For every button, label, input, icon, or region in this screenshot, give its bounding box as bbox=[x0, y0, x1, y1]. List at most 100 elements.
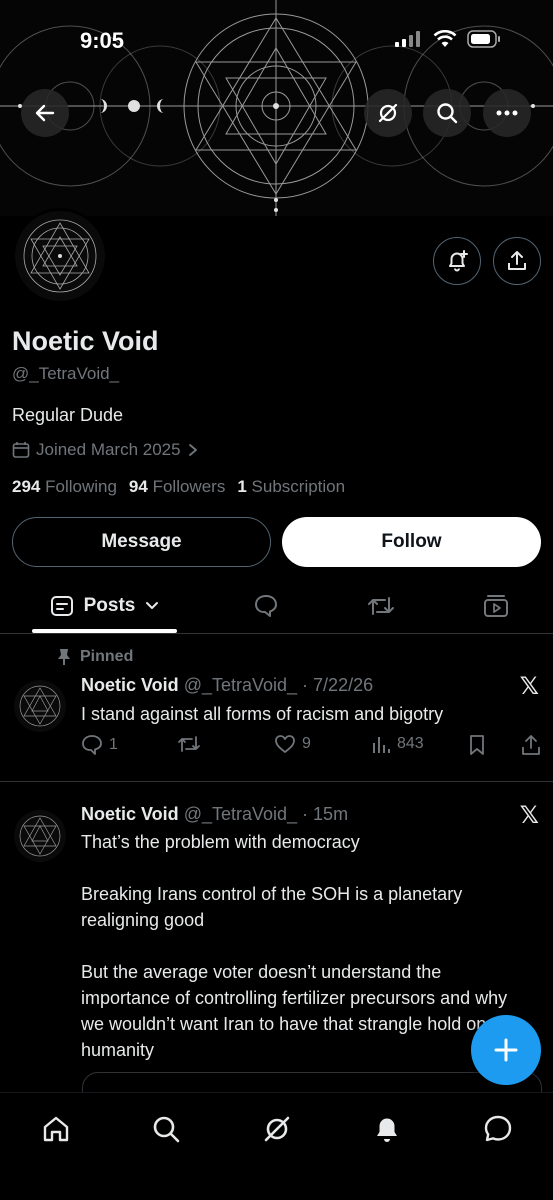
post-handle-date: @_TetraVoid_ · 7/22/26 bbox=[183, 675, 374, 695]
search-button[interactable] bbox=[423, 89, 471, 137]
tab-posts-label: Posts bbox=[83, 595, 136, 616]
share-post-button[interactable] bbox=[521, 734, 541, 756]
like-button[interactable]: 9 bbox=[274, 734, 311, 754]
search-icon bbox=[437, 103, 458, 124]
cellular-signal-icon bbox=[395, 31, 420, 47]
tab-reposts[interactable] bbox=[361, 580, 401, 632]
post-author-avatar[interactable] bbox=[14, 680, 66, 732]
post-author-avatar[interactable] bbox=[14, 810, 66, 862]
nav-grok[interactable] bbox=[259, 1111, 295, 1147]
pin-icon bbox=[58, 649, 70, 665]
profile-stats: 294 Following 94 Followers 1 Subscriptio… bbox=[12, 477, 345, 497]
avatar-geometry-image bbox=[23, 219, 97, 293]
posts-icon bbox=[50, 596, 73, 616]
battery-icon bbox=[467, 30, 500, 48]
profile-tabs: Posts bbox=[0, 580, 553, 634]
subscription-link[interactable]: 1 Subscription bbox=[237, 477, 345, 497]
tab-replies[interactable] bbox=[246, 580, 286, 632]
tab-media[interactable] bbox=[476, 580, 516, 632]
avatar-geometry-image bbox=[19, 815, 61, 857]
views-button[interactable]: 843 bbox=[371, 734, 424, 754]
post-paragraph: Breaking Irans control of the SOH is a p… bbox=[81, 884, 463, 930]
following-link[interactable]: 294 Following bbox=[12, 477, 117, 497]
compose-post-button[interactable] bbox=[471, 1015, 541, 1085]
chevron-right-icon bbox=[188, 444, 197, 456]
calendar-icon bbox=[12, 442, 30, 458]
status-time: 9:05 bbox=[80, 28, 125, 53]
post-divider bbox=[0, 781, 553, 782]
chevron-down-icon bbox=[146, 602, 159, 609]
profile-bio: Regular Dude bbox=[12, 405, 124, 425]
nav-search[interactable] bbox=[148, 1111, 184, 1147]
profile-name: Noetic Void bbox=[12, 326, 159, 356]
repost-icon bbox=[178, 736, 200, 752]
grok-icon bbox=[378, 103, 398, 123]
more-options-button[interactable] bbox=[483, 89, 531, 137]
bell-icon bbox=[377, 1118, 397, 1142]
joined-date[interactable]: Joined March 2025 bbox=[12, 440, 199, 460]
repost-icon bbox=[368, 597, 394, 615]
views-count: 843 bbox=[397, 735, 424, 752]
arrow-left-icon bbox=[35, 104, 55, 122]
share-icon bbox=[508, 251, 526, 270]
x-logo-icon: 𝕏 bbox=[519, 802, 539, 829]
post-author-name[interactable]: Noetic Void bbox=[81, 804, 179, 824]
subscription-count: 1 bbox=[237, 477, 247, 496]
search-icon bbox=[153, 1116, 180, 1143]
message-button[interactable]: Message bbox=[12, 517, 271, 567]
post-header: Noetic Void @_TetraVoid_ · 15m bbox=[81, 804, 348, 825]
status-bar: 9:05 bbox=[0, 0, 553, 60]
nav-notifications[interactable] bbox=[369, 1111, 405, 1147]
bookmark-button[interactable] bbox=[468, 734, 486, 756]
active-tab-indicator bbox=[32, 629, 177, 633]
post-handle-date: @_TetraVoid_ · 15m bbox=[183, 804, 349, 824]
repost-button[interactable] bbox=[177, 734, 201, 754]
reply-icon bbox=[82, 735, 102, 755]
back-button[interactable] bbox=[21, 89, 69, 137]
bell-plus-icon bbox=[449, 250, 468, 272]
grok-icon bbox=[264, 1116, 290, 1142]
followers-label: Followers bbox=[152, 477, 226, 496]
like-count: 9 bbox=[302, 735, 311, 752]
reply-count: 1 bbox=[109, 736, 118, 753]
post-text[interactable]: That’s the problem with democracy Breaki… bbox=[81, 829, 531, 1063]
post-actions: 1 9 843 bbox=[81, 734, 541, 760]
pinned-indicator: Pinned bbox=[56, 648, 133, 666]
home-icon bbox=[43, 1116, 69, 1142]
post-header: Noetic Void @_TetraVoid_ · 7/22/26 bbox=[81, 675, 373, 696]
post-text[interactable]: I stand against all forms of racism and … bbox=[81, 701, 531, 727]
heart-icon bbox=[275, 735, 295, 753]
subscription-label: Subscription bbox=[251, 477, 346, 496]
avatar-geometry-image bbox=[19, 685, 61, 727]
follow-button[interactable]: Follow bbox=[282, 517, 541, 567]
post-author-name[interactable]: Noetic Void bbox=[81, 675, 179, 695]
followers-link[interactable]: 94 Followers bbox=[129, 477, 225, 497]
reply-bubble-icon bbox=[255, 595, 277, 617]
profile-avatar[interactable] bbox=[12, 208, 108, 304]
nav-messages[interactable] bbox=[480, 1111, 516, 1147]
post-paragraph: That’s the problem with democracy bbox=[81, 832, 360, 852]
nav-home[interactable] bbox=[38, 1111, 74, 1147]
post-paragraph: But the average voter doesn’t understand… bbox=[81, 962, 508, 1060]
following-label: Following bbox=[45, 477, 117, 496]
share-profile-button[interactable] bbox=[493, 237, 541, 285]
grok-button[interactable] bbox=[364, 89, 412, 137]
tab-posts[interactable]: Posts bbox=[32, 580, 177, 632]
profile-banner[interactable]: 9:05 bbox=[0, 0, 553, 216]
followers-count: 94 bbox=[128, 477, 148, 496]
joined-label: Joined March 2025 bbox=[36, 440, 181, 459]
profile-handle: @_TetraVoid_ bbox=[12, 364, 120, 383]
bookmark-icon bbox=[470, 735, 484, 755]
pinned-label: Pinned bbox=[80, 648, 134, 665]
notifications-subscribe-button[interactable] bbox=[433, 237, 481, 285]
chat-bubble-icon bbox=[484, 1115, 512, 1142]
views-chart-icon bbox=[373, 737, 390, 753]
more-dots-icon bbox=[496, 110, 518, 116]
bottom-navigation bbox=[0, 1092, 553, 1200]
x-logo-icon: 𝕏 bbox=[519, 673, 539, 700]
following-count: 294 bbox=[12, 477, 41, 496]
plus-icon bbox=[494, 1038, 518, 1062]
video-icon bbox=[484, 595, 508, 617]
reply-button[interactable]: 1 bbox=[81, 734, 118, 756]
share-icon bbox=[522, 735, 540, 755]
